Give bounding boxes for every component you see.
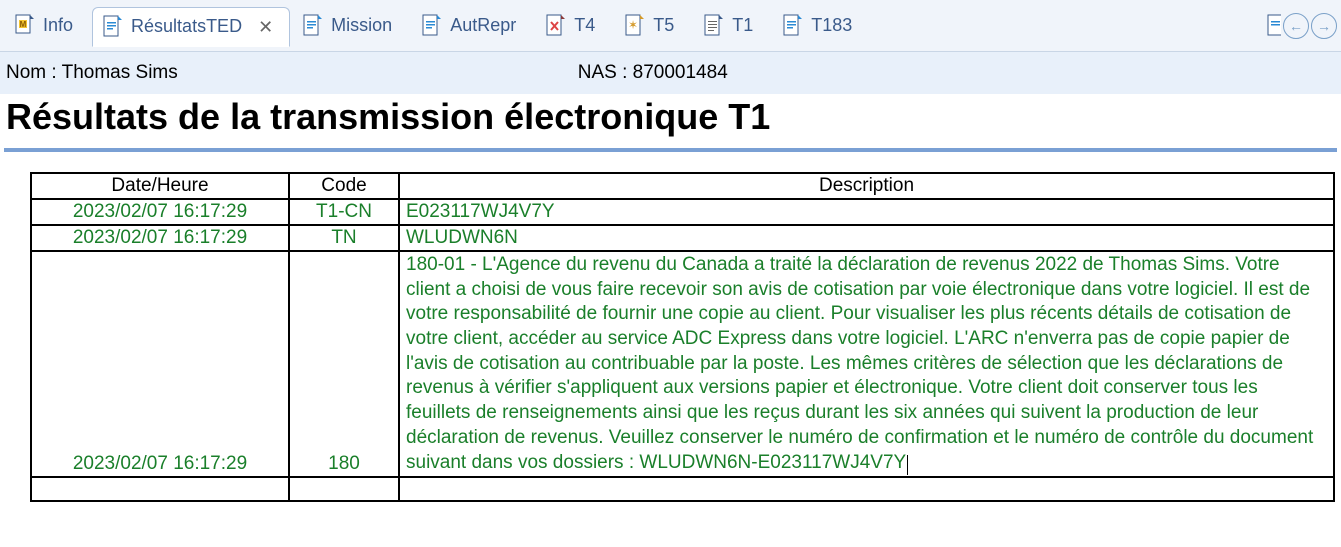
tab-label: T1 — [732, 15, 753, 36]
cell-datetime: 2023/02/07 16:17:29 — [31, 251, 289, 477]
tab-info[interactable]: M Info — [4, 6, 90, 46]
table-row-empty — [31, 477, 1334, 501]
col-code: Code — [289, 173, 399, 199]
sin-label: NAS : — [578, 62, 633, 83]
tab-bar: M Info RésultatsTED ✕ Mission AutRepr T4… — [0, 0, 1341, 52]
table-row: 2023/02/07 16:17:29 T1-CN E023117WJ4V7Y — [31, 199, 1334, 225]
cell-datetime: 2023/02/07 16:17:29 — [31, 225, 289, 251]
title-divider — [4, 148, 1337, 152]
table-row: 2023/02/07 16:17:29 TN WLUDWN6N — [31, 225, 1334, 251]
svg-text:✶: ✶ — [628, 18, 638, 32]
document-lines-icon — [704, 14, 724, 38]
tab-label: Mission — [331, 15, 392, 36]
tab-t183[interactable]: T183 — [772, 6, 869, 46]
svg-text:M: M — [20, 20, 27, 29]
document-icon — [783, 14, 803, 38]
text-cursor — [907, 455, 908, 475]
cell-datetime: 2023/02/07 16:17:29 — [31, 199, 289, 225]
page-title: Résultats de la transmission électroniqu… — [0, 94, 1341, 148]
document-icon — [303, 14, 323, 38]
tab-label: AutRepr — [450, 15, 516, 36]
tab-label: Info — [43, 15, 73, 36]
client-meta-row: Nom : Thomas Sims NAS : 870001484 — [0, 56, 1341, 94]
tab-resultats-ted[interactable]: RésultatsTED ✕ — [92, 7, 290, 47]
cell-description: E023117WJ4V7Y — [399, 199, 1334, 225]
document-x-icon — [546, 14, 566, 38]
cell-description: WLUDWN6N — [399, 225, 1334, 251]
nav-back-button[interactable]: ← — [1283, 13, 1309, 39]
cell-code: T1-CN — [289, 199, 399, 225]
document-icon — [103, 15, 123, 39]
document-icon — [422, 14, 442, 38]
tab-label: RésultatsTED — [131, 16, 242, 37]
table-row: 2023/02/07 16:17:29 180 180-01 - L'Agenc… — [31, 251, 1334, 477]
results-table: Date/Heure Code Description 2023/02/07 1… — [30, 172, 1335, 502]
col-description: Description — [399, 173, 1334, 199]
cell-code: TN — [289, 225, 399, 251]
tab-t1[interactable]: T1 — [693, 6, 770, 46]
tab-label: T5 — [653, 15, 674, 36]
tab-close-button[interactable]: ✕ — [258, 18, 273, 36]
cell-code: 180 — [289, 251, 399, 477]
name-value: Thomas Sims — [62, 62, 178, 83]
tab-label: T4 — [574, 15, 595, 36]
tab-t4[interactable]: T4 — [535, 6, 612, 46]
info-icon: M — [15, 14, 35, 38]
nav-forward-button[interactable]: → — [1311, 13, 1337, 39]
sin-value: 870001484 — [633, 62, 728, 83]
tab-mission[interactable]: Mission — [292, 6, 409, 46]
document-star-icon: ✶ — [625, 14, 645, 38]
cell-description: 180-01 - L'Agence du revenu du Canada a … — [399, 251, 1334, 477]
tab-autrepr[interactable]: AutRepr — [411, 6, 533, 46]
tab-label: T183 — [811, 15, 852, 36]
document-partial-icon[interactable] — [1267, 14, 1281, 38]
tab-t5[interactable]: ✶ T5 — [614, 6, 691, 46]
col-datetime: Date/Heure — [31, 173, 289, 199]
name-label: Nom : — [6, 62, 62, 83]
